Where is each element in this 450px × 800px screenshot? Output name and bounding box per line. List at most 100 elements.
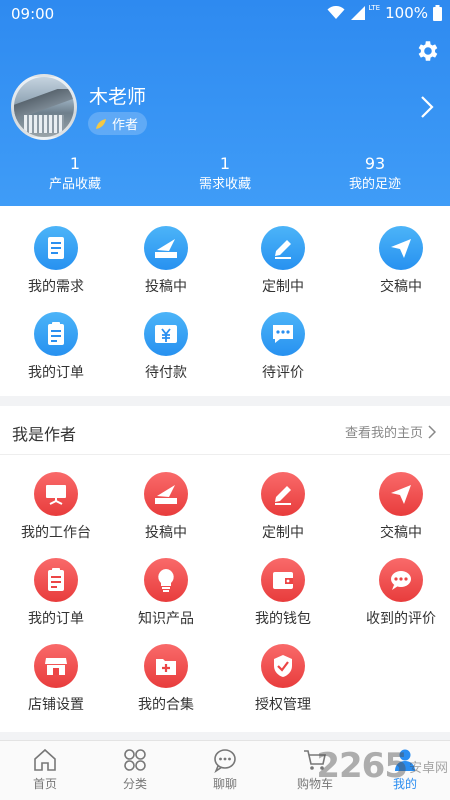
grid-item-label: 收到的评价: [366, 611, 436, 627]
wifi-icon: [327, 6, 345, 19]
document-icon: [34, 226, 78, 270]
stat-value: 1: [219, 154, 231, 173]
avatar[interactable]: [11, 74, 77, 140]
wallet-icon: [261, 558, 305, 602]
chat-bubble-icon: [261, 312, 305, 356]
status-icons: LTE 100%: [327, 4, 442, 22]
grid-item-pending-payment[interactable]: 待付款: [110, 312, 222, 382]
grid-item-label: 定制中: [262, 525, 304, 541]
tab-category[interactable]: 分类: [90, 741, 180, 800]
user-name: 木老师: [89, 86, 147, 108]
grid-item-my-orders[interactable]: 我的订单: [0, 312, 112, 382]
stats-row: 1 产品收藏 1 需求收藏 93 我的足迹: [0, 154, 450, 195]
yen-card-icon: [144, 312, 188, 356]
send-icon: [379, 472, 423, 516]
grid-item-store-settings[interactable]: 店铺设置: [0, 644, 112, 714]
profile-header: 09:00 LTE 100% 木老师 作者 1 产品收藏 1 需求收藏 93 我: [0, 0, 450, 206]
stat-label: 需求收藏: [198, 177, 251, 192]
grid-item-author-customizing[interactable]: 定制中: [227, 472, 339, 542]
view-homepage-label: 查看我的主页: [344, 426, 423, 441]
grid-item-label: 店铺设置: [28, 697, 84, 713]
grid-item-label: 投稿中: [145, 525, 187, 541]
grid-item-customizing[interactable]: 定制中: [227, 226, 339, 296]
cart-icon: [304, 750, 326, 770]
stat-footprints[interactable]: 93 我的足迹: [300, 154, 450, 195]
battery-icon: [433, 5, 442, 21]
clipboard-icon: [34, 312, 78, 356]
stat-value: 93: [364, 154, 386, 173]
grid-item-label: 交稿中: [380, 279, 422, 295]
stat-product-favorites[interactable]: 1 产品收藏: [0, 154, 150, 195]
grid-item-my-wallet[interactable]: 我的钱包: [227, 558, 339, 628]
grid-item-label: 我的工作台: [21, 525, 91, 541]
battery-level: 100%: [385, 4, 428, 22]
leaf-icon: [96, 118, 106, 129]
grid-item-workbench[interactable]: 我的工作台: [0, 472, 112, 542]
paper-plane-envelope-icon: [144, 226, 188, 270]
grid-item-author-delivering[interactable]: 交稿中: [345, 472, 450, 542]
storefront-icon: [34, 644, 78, 688]
view-homepage-link[interactable]: 查看我的主页: [345, 422, 436, 441]
grid-item-submitting[interactable]: 投稿中: [110, 226, 222, 296]
chat-bubble-icon: [379, 558, 423, 602]
status-time: 09:00: [11, 5, 55, 23]
stat-label: 产品收藏: [48, 177, 101, 192]
divider: [0, 454, 450, 455]
grid-item-knowledge-products[interactable]: 知识产品: [110, 558, 222, 628]
grid-item-author-orders[interactable]: 我的订单: [0, 558, 112, 628]
grid-item-delivering[interactable]: 交稿中: [345, 226, 450, 296]
status-bar: 09:00 LTE 100%: [0, 0, 450, 30]
grid-item-license-management[interactable]: 授权管理: [227, 644, 339, 714]
settings-gear-icon[interactable]: [414, 38, 440, 64]
bottom-tab-bar: 首页 分类 聊聊 购物车 我的: [0, 740, 450, 800]
grid-item-pending-review[interactable]: 待评价: [227, 312, 339, 382]
tab-home[interactable]: 首页: [0, 741, 90, 800]
grid-item-label: 我的订单: [28, 611, 84, 627]
stat-label: 我的足迹: [348, 177, 401, 192]
tab-chat[interactable]: 聊聊: [180, 741, 270, 800]
tab-label: 聊聊: [212, 777, 237, 791]
tab-cart[interactable]: 购物车: [270, 741, 360, 800]
pencil-icon: [261, 472, 305, 516]
home-icon: [34, 748, 56, 771]
stat-demand-favorites[interactable]: 1 需求收藏: [150, 154, 300, 195]
grid-item-label: 交稿中: [380, 525, 422, 541]
folder-plus-icon: [144, 644, 188, 688]
chat-icon: [214, 749, 236, 773]
paper-plane-envelope-icon: [144, 472, 188, 516]
grid-item-label: 待付款: [145, 365, 187, 381]
chevron-right-icon: [428, 424, 436, 439]
tab-label: 分类: [122, 777, 147, 791]
grid-item-label: 我的钱包: [255, 611, 311, 627]
shield-check-icon: [261, 644, 305, 688]
signal-icon: [351, 6, 366, 20]
role-badge: 作者: [88, 112, 148, 135]
user-icon: [395, 749, 415, 771]
pencil-icon: [261, 226, 305, 270]
stat-value: 1: [69, 154, 81, 173]
grid-item-label: 待评价: [262, 365, 304, 381]
buyer-orders-card: 我的需求 投稿中 定制中 交稿中 我的订单 待付款 待评价: [0, 206, 450, 396]
network-type: LTE: [368, 4, 381, 12]
send-icon: [379, 226, 423, 270]
grid-item-label: 我的订单: [28, 365, 84, 381]
grid-item-label: 授权管理: [255, 697, 311, 713]
chevron-right-icon[interactable]: [420, 95, 434, 119]
tab-mine[interactable]: 我的: [360, 741, 450, 800]
grid-item-my-collections[interactable]: 我的合集: [110, 644, 222, 714]
grid-item-label: 投稿中: [145, 279, 187, 295]
grid-item-label: 我的需求: [28, 279, 84, 295]
tab-label: 首页: [32, 777, 57, 791]
author-section-card: 我是作者 查看我的主页 我的工作台 投稿中 定制中 交稿中 我的订单 知识产品 …: [0, 406, 450, 732]
section-title: 我是作者: [12, 425, 77, 444]
grid-item-my-demands[interactable]: 我的需求: [0, 226, 112, 296]
tab-label: 购物车: [296, 777, 333, 791]
grid-item-author-submitting[interactable]: 投稿中: [110, 472, 222, 542]
grid-item-label: 知识产品: [138, 611, 194, 627]
clipboard-icon: [34, 558, 78, 602]
category-icon: [124, 749, 146, 771]
grid-item-label: 我的合集: [138, 697, 194, 713]
grid-item-received-reviews[interactable]: 收到的评价: [345, 558, 450, 628]
workbench-icon: [34, 472, 78, 516]
grid-item-label: 定制中: [262, 279, 304, 295]
